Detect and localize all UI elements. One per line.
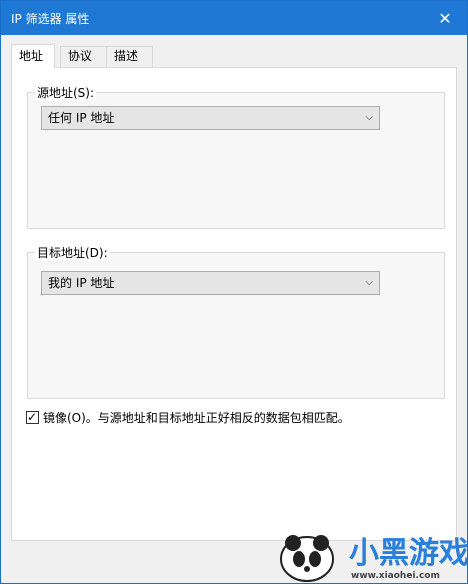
destination-address-dropdown[interactable]: 我的 IP 地址 ⌵ [41,271,380,295]
tab-address[interactable]: 地址 [11,44,55,68]
source-address-label: 源地址(S): [35,84,97,101]
tab-protocol[interactable]: 协议 [60,46,111,67]
close-button[interactable]: ✕ [423,1,467,35]
source-address-value: 任何 IP 地址 [48,111,115,125]
ip-filter-properties-dialog: IP 筛选器 属性 ✕ 协议 描述 地址 源地址(S): 任何 IP 地址 ⌵ … [0,0,468,584]
title-bar[interactable]: IP 筛选器 属性 ✕ [1,1,467,35]
destination-address-value: 我的 IP 地址 [48,276,115,290]
chevron-down-icon: ⌵ [365,277,373,288]
address-tab-panel: 源地址(S): 任何 IP 地址 ⌵ 目标地址(D): 我的 IP 地址 ⌵ [11,67,457,541]
tab-description[interactable]: 描述 [106,46,153,67]
tab-label: 地址 [19,49,44,63]
mirror-label: 镜像(O)。与源地址和目标地址正好相反的数据包相匹配。 [43,410,350,425]
checkmark-icon: ✓ [27,409,38,424]
window-title: IP 筛选器 属性 [11,12,90,26]
tab-label: 协议 [68,49,93,63]
watermark-url: www.xiaohei.com [351,571,440,581]
source-address-dropdown[interactable]: 任何 IP 地址 ⌵ [41,106,380,130]
mirror-checkbox[interactable]: ✓ [26,409,39,424]
tab-label: 描述 [114,49,139,63]
source-address-group: 源地址(S): 任何 IP 地址 ⌵ [27,84,445,229]
chevron-down-icon: ⌵ [365,112,373,123]
destination-address-group: 目标地址(D): 我的 IP 地址 ⌵ [27,244,445,399]
mirror-option[interactable]: ✓ 镜像(O)。与源地址和目标地址正好相反的数据包相匹配。 [26,409,350,425]
close-icon: ✕ [438,8,452,28]
destination-address-label: 目标地址(D): [35,244,110,261]
watermark-brand: 小黑游戏 [349,537,467,570]
